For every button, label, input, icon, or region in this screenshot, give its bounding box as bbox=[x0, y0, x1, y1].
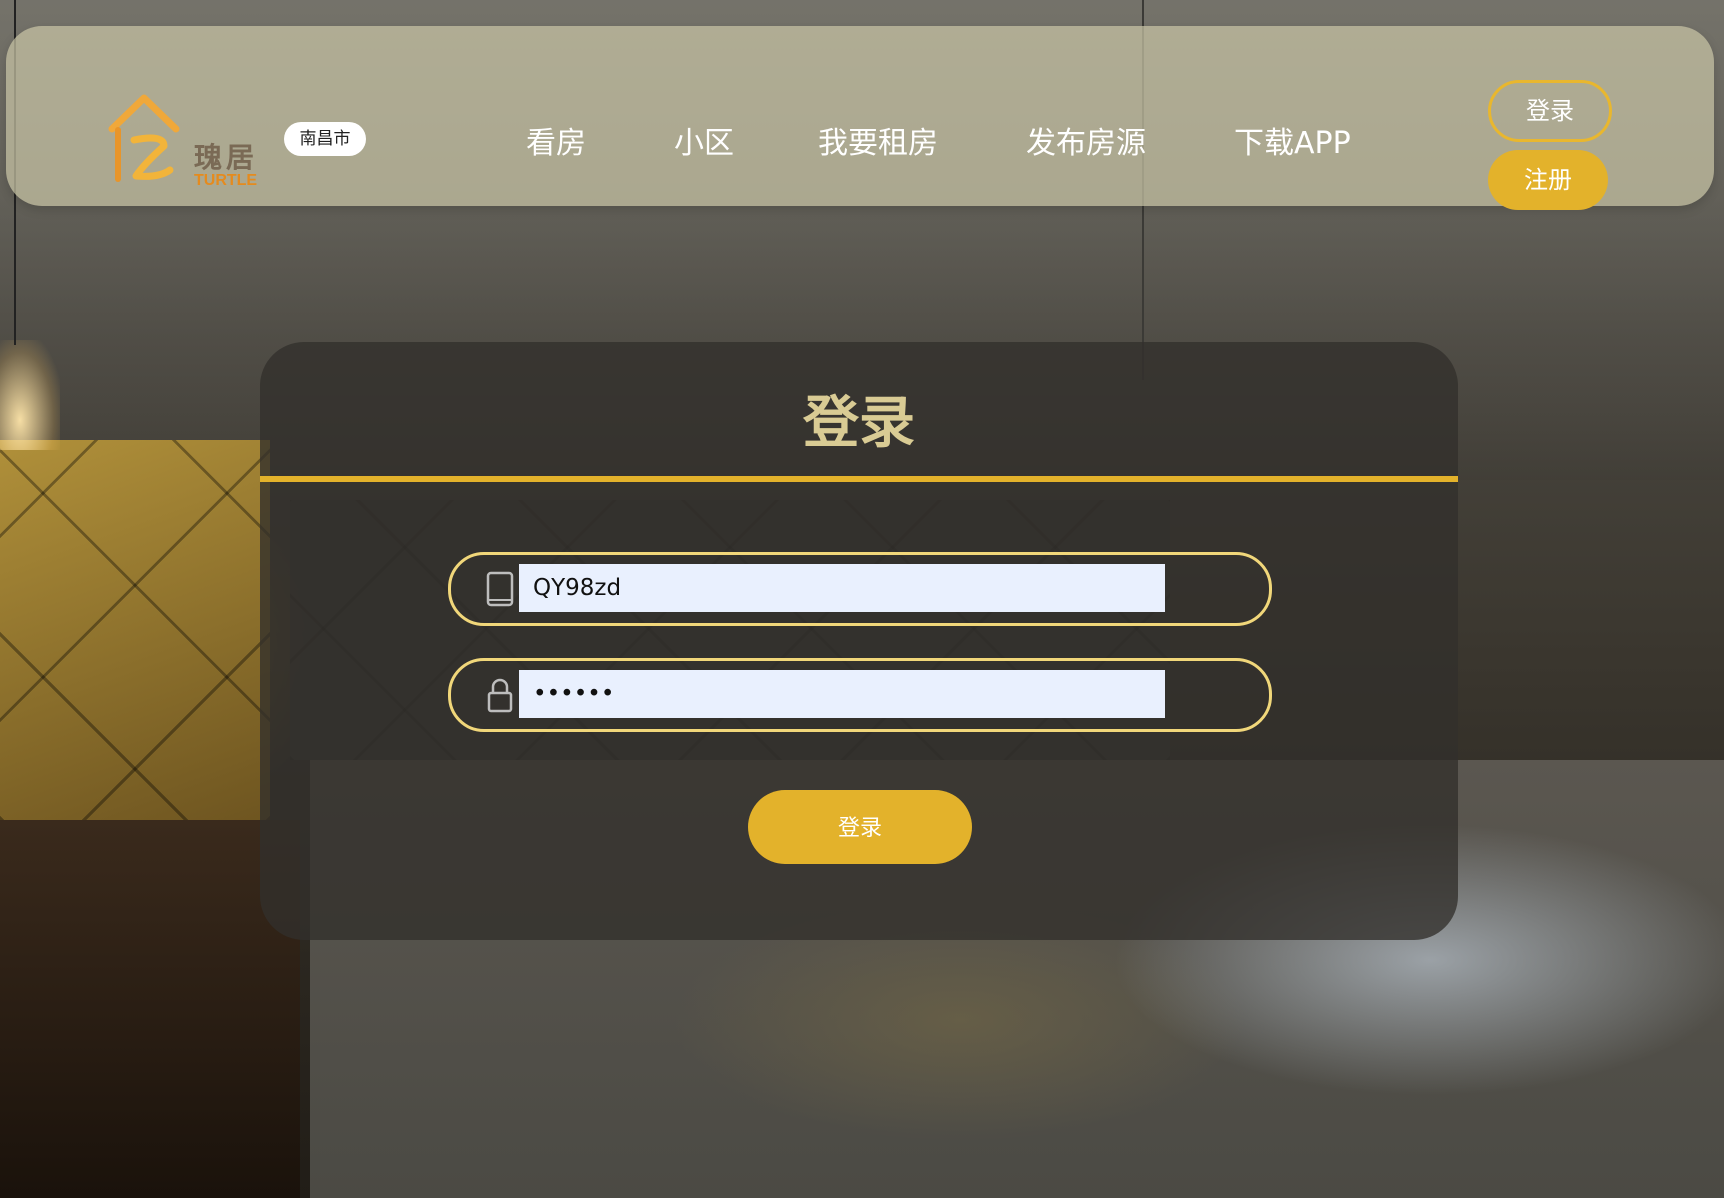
background-nightstand bbox=[0, 820, 300, 1198]
lock-icon bbox=[487, 678, 513, 713]
nav-item-communities[interactable]: 小区 bbox=[674, 118, 734, 162]
logo-subtext: TURTLE bbox=[194, 172, 258, 189]
login-card: 登录 登录 bbox=[260, 342, 1458, 940]
login-title: 登录 bbox=[803, 391, 915, 456]
header-login-button[interactable]: 登录 bbox=[1488, 80, 1612, 142]
nav-item-view-houses[interactable]: 看房 bbox=[526, 118, 586, 162]
top-navbar: 瑰居 TURTLE 南昌市 看房 小区 我要租房 发布房源 下载APP 登录 注… bbox=[6, 26, 1714, 210]
phone-icon bbox=[486, 571, 514, 607]
city-selector[interactable]: 南昌市 bbox=[284, 122, 366, 156]
title-divider bbox=[260, 476, 1458, 482]
nav-item-publish-listing[interactable]: 发布房源 bbox=[1026, 118, 1146, 162]
nav-item-download-app[interactable]: 下载APP bbox=[1234, 118, 1351, 162]
header-register-button[interactable]: 注册 bbox=[1488, 150, 1608, 210]
logo-text: 瑰居 bbox=[194, 141, 259, 174]
login-submit-button[interactable]: 登录 bbox=[748, 790, 972, 864]
password-input[interactable] bbox=[519, 670, 1165, 718]
background-left-panel bbox=[0, 440, 270, 820]
username-input[interactable] bbox=[519, 564, 1165, 612]
nav-item-rent[interactable]: 我要租房 bbox=[818, 118, 938, 162]
username-field bbox=[448, 552, 1272, 626]
background-lamp bbox=[0, 340, 60, 450]
house-logo-icon bbox=[108, 94, 180, 182]
password-field bbox=[448, 658, 1272, 732]
site-logo[interactable]: 瑰居 TURTLE bbox=[104, 84, 274, 194]
